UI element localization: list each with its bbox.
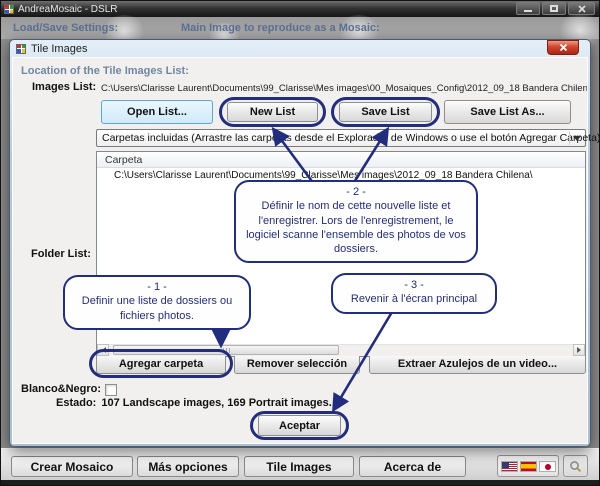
main-window-titlebar: AndreaMosaic - DSLR bbox=[1, 1, 600, 17]
remover-seleccion-button[interactable]: Remover selección bbox=[234, 353, 360, 374]
search-button[interactable] bbox=[563, 455, 588, 477]
mas-opciones-button[interactable]: Más opciones bbox=[137, 456, 239, 477]
us-flag-icon bbox=[501, 461, 518, 472]
status-line: Estado: 107 Landscape images, 169 Portra… bbox=[56, 397, 332, 409]
callout-step-1: - 1 - Definir une liste de dossiers ou f… bbox=[63, 275, 251, 330]
open-list-button[interactable]: Open List... bbox=[101, 100, 213, 124]
main-window-title: AndreaMosaic - DSLR bbox=[18, 4, 117, 15]
japan-flag-icon bbox=[539, 461, 556, 472]
close-window-button[interactable] bbox=[568, 2, 595, 15]
close-icon bbox=[578, 5, 586, 13]
dialog-titlebar[interactable]: Tile Images bbox=[9, 39, 591, 58]
callout-step-2: - 2 - Définir le nom de cette nouvelle l… bbox=[234, 180, 478, 263]
callout-3-text: Revenir à l'écran principal bbox=[341, 292, 487, 306]
spain-flag-icon bbox=[520, 461, 537, 472]
blanco-negro-label: Blanco&Negro: bbox=[21, 383, 101, 395]
main-image-label: Main Image to reproduce as a Mosaic: bbox=[181, 22, 380, 34]
load-save-settings-label: Load/Save Settings: bbox=[13, 22, 118, 34]
callout-step-3: - 3 - Revenir à l'écran principal bbox=[331, 273, 497, 314]
section-header: Location of the Tile Images List: bbox=[21, 65, 189, 77]
callout-2-text: Définir le nom de cette nouvelle liste e… bbox=[244, 199, 468, 256]
window-bottom-edge bbox=[1, 480, 600, 486]
maximize-button[interactable] bbox=[542, 2, 566, 15]
highlight-oval-aceptar bbox=[250, 411, 349, 440]
folder-column-header-label: Carpeta bbox=[105, 154, 142, 166]
highlight-oval-save-list bbox=[331, 97, 440, 127]
triangle-right-icon bbox=[577, 347, 584, 353]
callout-2-title: - 2 - bbox=[244, 185, 468, 199]
folder-mode-dropdown[interactable]: Carpetas incluidas (Arrastre las carpeta… bbox=[96, 129, 586, 147]
dialog-close-button[interactable] bbox=[547, 40, 579, 55]
maximize-icon bbox=[550, 5, 558, 12]
status-label: Estado: bbox=[56, 397, 96, 409]
save-list-as-button[interactable]: Save List As... bbox=[444, 100, 571, 124]
folder-column-header[interactable]: Carpeta bbox=[97, 152, 585, 168]
language-flags-button[interactable] bbox=[497, 455, 559, 477]
folder-list-label: Folder List: bbox=[31, 248, 91, 260]
tile-images-button[interactable]: Tile Images bbox=[244, 456, 354, 477]
close-icon bbox=[559, 43, 568, 52]
highlight-oval-new-list bbox=[219, 97, 326, 127]
status-value: 107 Landscape images, 169 Portrait image… bbox=[101, 397, 332, 409]
highlight-oval-agregar bbox=[89, 349, 233, 378]
images-list-path: C:\Users\Clarisse Laurent\Documents\99_C… bbox=[101, 83, 587, 94]
dialog-title: Tile Images bbox=[31, 43, 87, 55]
callout-1-text: Definir une liste de dossiers ou fichier… bbox=[73, 294, 241, 323]
dialog-mosaic-icon bbox=[16, 44, 26, 54]
crear-mosaico-button[interactable]: Crear Mosaico bbox=[11, 456, 133, 477]
images-list-label: Images List: bbox=[32, 81, 96, 93]
scroll-right-button[interactable] bbox=[573, 344, 585, 356]
dropdown-selected-text: Carpetas incluidas (Arrastre las carpeta… bbox=[97, 132, 600, 144]
extraer-azulejos-button[interactable]: Extraer Azulejos de un video... bbox=[369, 353, 586, 374]
callout-1-title: - 1 - bbox=[73, 280, 241, 294]
callout-3-title: - 3 - bbox=[341, 278, 487, 292]
minimize-button[interactable] bbox=[516, 2, 540, 15]
search-icon bbox=[569, 460, 582, 473]
screen: AndreaMosaic - DSLR Load/Save Settings: … bbox=[0, 0, 600, 486]
app-mosaic-icon bbox=[4, 4, 14, 14]
acerca-de-button[interactable]: Acerca de bbox=[359, 456, 466, 477]
blanco-negro-checkbox[interactable] bbox=[105, 384, 117, 396]
chevron-down-icon[interactable] bbox=[569, 131, 584, 145]
minimize-icon bbox=[524, 10, 532, 12]
